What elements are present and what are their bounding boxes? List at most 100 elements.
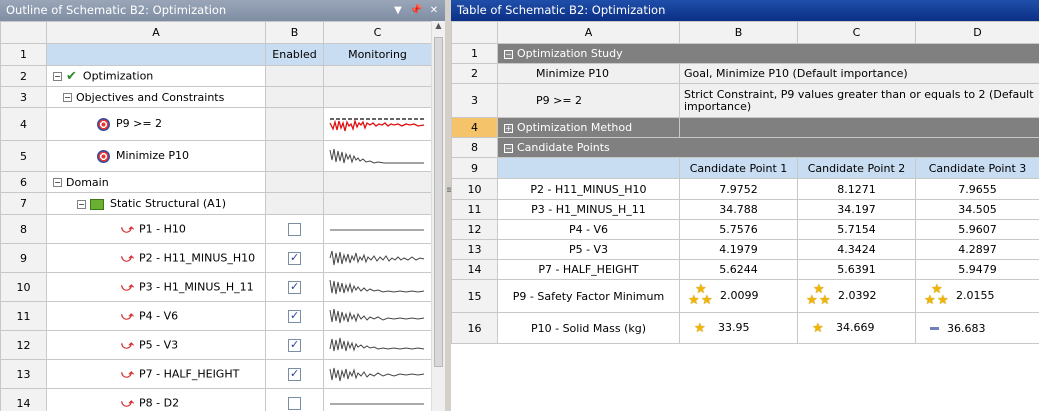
candidate-value-rated[interactable]: ★ ★ ★ 2.0099 (679, 279, 798, 313)
column-header-b[interactable]: B (265, 21, 324, 44)
candidate-value[interactable]: 5.6391 (797, 259, 916, 280)
candidate-point-3-header: Candidate Point 3 (915, 157, 1039, 179)
expand-icon[interactable]: + (504, 123, 513, 133)
empty-cell (265, 107, 324, 141)
collapse-icon[interactable]: − (77, 199, 86, 209)
scroll-up-icon[interactable]: ▲ (432, 21, 445, 35)
tree-label: P9 >= 2 (116, 117, 163, 131)
candidate-value-rated[interactable]: ★ 34.669 (797, 312, 916, 344)
tree-label: Optimization (82, 69, 154, 82)
candidate-value-rated[interactable]: ★ 33.95 (679, 312, 798, 344)
monitoring-chart[interactable] (323, 107, 432, 141)
rated-value: 33.95 (718, 321, 750, 335)
column-header-c[interactable]: C (323, 21, 432, 44)
monitoring-chart[interactable] (323, 140, 432, 172)
column-header-b[interactable]: B (679, 21, 798, 44)
tree-item-p1[interactable]: ⤻ P1 - H10 (46, 214, 266, 244)
collapse-icon[interactable]: − (53, 178, 62, 187)
table-pane: Table of Schematic B2: Optimization A B … (451, 0, 1039, 411)
row-number: 4 (0, 107, 47, 141)
monitoring-chart[interactable] (323, 330, 432, 360)
dropdown-arrow-icon[interactable]: ▼ (391, 4, 405, 18)
candidate-value[interactable]: 5.7154 (797, 219, 916, 240)
enabled-checkbox[interactable] (288, 367, 301, 381)
empty-cell (323, 65, 432, 87)
tree-item-p3[interactable]: ⤻ P3 - H1_MINUS_H_11 (46, 272, 266, 302)
candidate-value-rated[interactable]: ★ ★ ★ 2.0155 (915, 279, 1039, 313)
tree-item-p9-constraint[interactable]: P9 >= 2 (46, 107, 266, 141)
candidate-value[interactable]: 8.1271 (797, 178, 916, 200)
candidate-value[interactable]: 5.7576 (679, 219, 798, 240)
candidate-value[interactable]: 34.505 (915, 199, 1039, 220)
column-header-a[interactable]: A (497, 21, 680, 44)
enabled-checkbox[interactable] (288, 251, 301, 265)
enabled-checkbox[interactable] (288, 222, 301, 236)
column-header-d[interactable]: D (915, 21, 1039, 44)
collapse-icon[interactable]: − (53, 71, 62, 81)
monitoring-chart[interactable] (323, 214, 432, 244)
enabled-checkbox[interactable] (288, 396, 301, 410)
outline-title: Outline of Schematic B2: Optimization (6, 3, 227, 17)
monitoring-chart[interactable] (323, 301, 432, 331)
candidate-value[interactable]: 4.2897 (915, 239, 1039, 260)
collapse-icon[interactable]: − (504, 143, 513, 153)
tree-item-p2[interactable]: ⤻ P2 - H11_MINUS_H10 (46, 243, 266, 273)
tree-item-p7[interactable]: ⤻ P7 - HALF_HEIGHT (46, 359, 266, 389)
tree-item-p5[interactable]: ⤻ P5 - V3 (46, 330, 266, 360)
collapse-icon[interactable]: − (504, 49, 513, 59)
input-parameter-icon: ⤻ (121, 250, 134, 265)
column-header-c[interactable]: C (797, 21, 916, 44)
monitoring-chart[interactable] (323, 388, 432, 411)
corner-cell (0, 21, 47, 44)
sparkline-p3 (329, 279, 425, 295)
tree-item-minimize-p10[interactable]: Minimize P10 (46, 140, 266, 172)
row-number: 14 (451, 259, 498, 280)
tree-item-p8[interactable]: ⤻ P8 - D2 (46, 388, 266, 411)
parameter-name: P3 - H1_MINUS_H_11 (497, 199, 680, 220)
monitoring-chart[interactable] (323, 359, 432, 389)
section-optimization-study[interactable]: − Optimization Study (497, 43, 1039, 64)
candidate-value[interactable]: 7.9752 (679, 178, 798, 200)
row-number: 12 (451, 219, 498, 240)
candidate-value[interactable]: 5.9479 (915, 259, 1039, 280)
tree-label: Domain (66, 175, 109, 189)
rating-3-stars-icon: ★ ★ ★ (806, 282, 831, 308)
candidate-value[interactable]: 5.9607 (915, 219, 1039, 240)
section-optimization-method[interactable]: + Optimization Method (497, 117, 680, 138)
row-number: 16 (451, 312, 498, 344)
collapse-icon[interactable]: − (63, 93, 72, 102)
close-icon[interactable]: ✕ (427, 4, 441, 18)
study-desc-cell: Strict Constraint, P9 values greater tha… (679, 83, 1039, 118)
outline-scrollbar[interactable]: ▲ (431, 21, 445, 411)
candidate-value[interactable]: 34.788 (679, 199, 798, 220)
pin-icon[interactable]: 📌 (409, 4, 423, 18)
tree-item-p4[interactable]: ⤻ P4 - V6 (46, 301, 266, 331)
tree-item-objectives[interactable]: − Objectives and Constraints (46, 86, 266, 108)
row-number: 4 (451, 117, 498, 138)
monitoring-chart[interactable] (323, 243, 432, 273)
input-parameter-icon: ⤻ (121, 308, 134, 323)
row-number: 13 (451, 239, 498, 260)
candidate-value[interactable]: 5.6244 (679, 259, 798, 280)
section-label: Candidate Points (517, 141, 610, 154)
parameter-name: P4 - V6 (497, 219, 680, 240)
scrollbar-thumb[interactable] (434, 37, 443, 367)
enabled-checkbox[interactable] (288, 280, 301, 294)
enabled-checkbox[interactable] (288, 338, 301, 352)
candidate-value[interactable]: 4.3424 (797, 239, 916, 260)
candidate-value[interactable]: 4.1979 (679, 239, 798, 260)
row-number: 10 (451, 178, 498, 200)
candidate-value[interactable]: 7.9655 (915, 178, 1039, 200)
enabled-checkbox[interactable] (288, 309, 301, 323)
tree-item-domain[interactable]: − Domain (46, 171, 266, 193)
sparkline-p4 (329, 308, 425, 324)
monitoring-chart[interactable] (323, 272, 432, 302)
candidate-value-rated[interactable]: 36.683 (915, 312, 1039, 344)
section-candidate-points[interactable]: − Candidate Points (497, 137, 1039, 158)
column-header-a[interactable]: A (46, 21, 266, 44)
tree-item-static-structural[interactable]: − Static Structural (A1) (46, 192, 266, 215)
candidate-value-rated[interactable]: ★ ★ ★ 2.0392 (797, 279, 916, 313)
sparkline-p7 (329, 367, 425, 382)
candidate-value[interactable]: 34.197 (797, 199, 916, 220)
tree-item-optimization[interactable]: − ✔ Optimization (46, 65, 266, 87)
